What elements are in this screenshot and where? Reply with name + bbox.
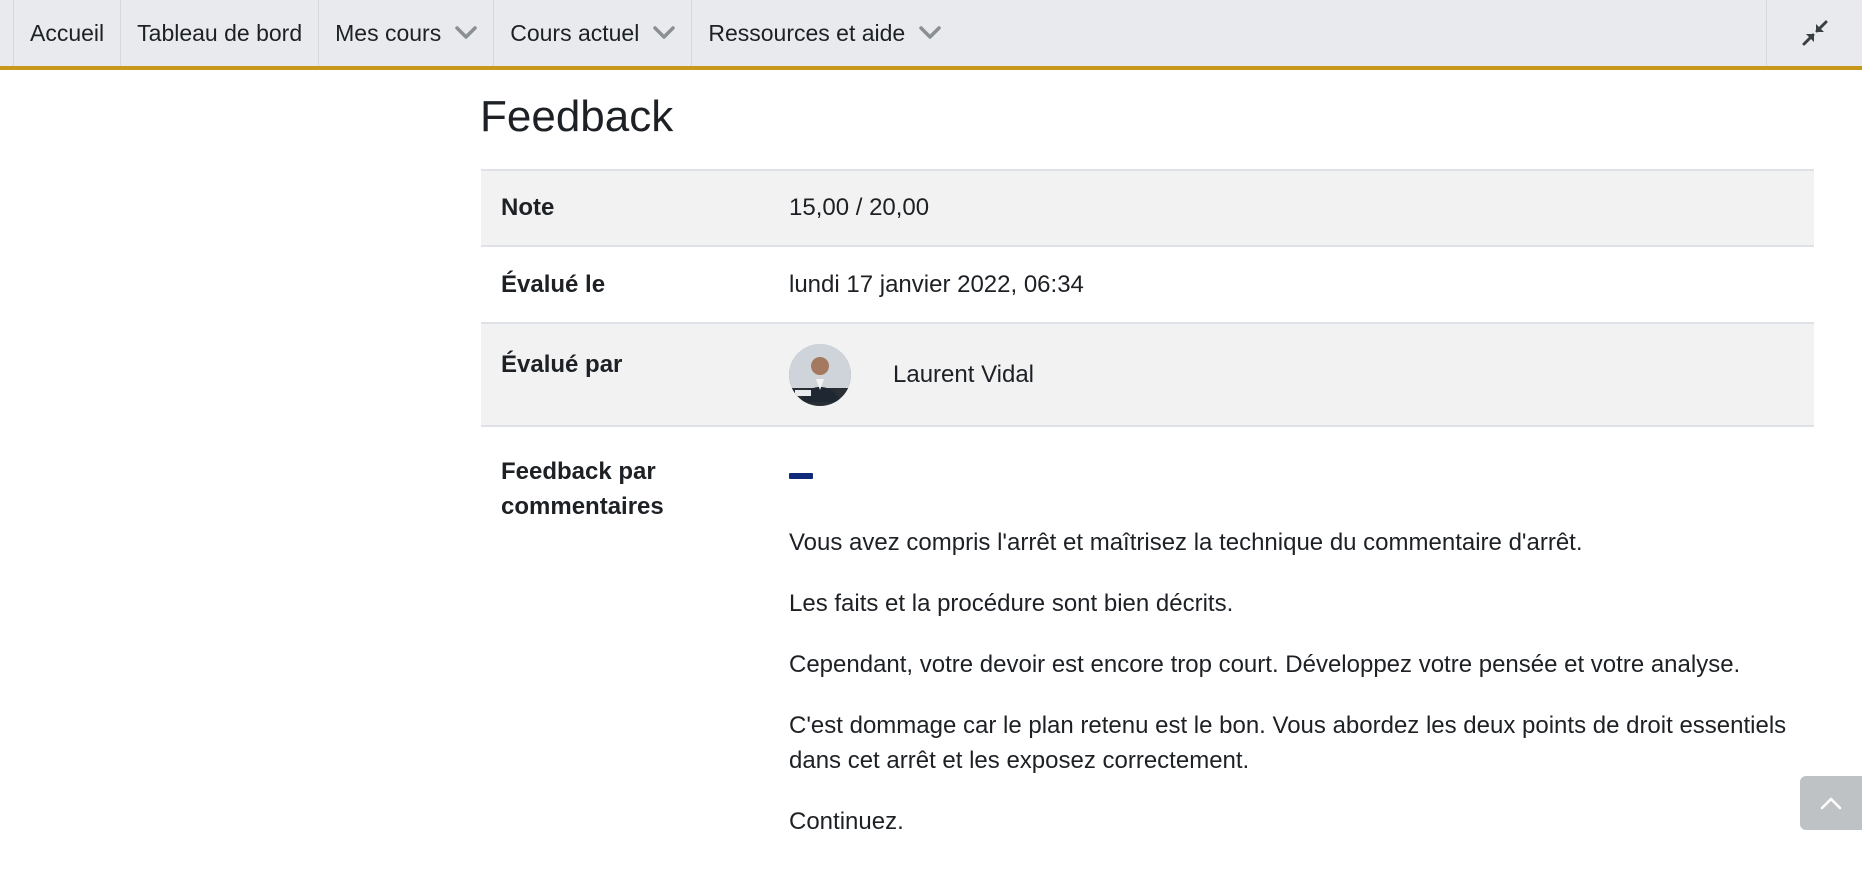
nav-item-label: Ressources et aide [708,19,906,46]
collapse-arrows-icon [1802,20,1827,46]
graded-by-row: Évalué par Laurent Vidal [481,322,1814,425]
chevron-down-icon [455,26,477,39]
graded-by-value: Laurent Vidal [789,324,1814,425]
comments-body: Vous avez compris l'arrêt et maîtrisez l… [789,427,1814,865]
comment-paragraph: Les faits et la procédure sont bien décr… [789,590,1234,617]
nav-item-accueil[interactable]: Accueil [13,0,120,66]
chevron-down-icon [653,26,676,39]
comment-paragraph: Cependant, votre devoir est encore trop … [789,651,1741,678]
nav-item-tableau-de-bord[interactable]: Tableau de bord [120,0,318,66]
graded-on-value: lundi 17 janvier 2022, 06:34 [789,270,1084,298]
comment-paragraph: Vous avez compris l'arrêt et maîtrisez l… [789,529,1583,556]
comment-paragraph: C'est dommage car le plan retenu est le … [789,712,1787,774]
nav-item-label: Cours actuel [510,19,640,46]
nav-item-cours-actuel[interactable]: Cours actuel [493,0,691,66]
graded-on-label: Évalué le [501,270,606,298]
back-to-top-button[interactable] [1800,776,1862,830]
collapse-comments-icon[interactable] [789,473,813,479]
nav-item-label: Accueil [30,19,105,46]
comments-label: Feedback par commentaires [501,458,664,520]
avatar[interactable] [789,343,851,406]
grade-value: 15,00 / 20,00 [789,194,930,221]
feedback-table: Note 15,00 / 20,00 Évalué le lundi 17 ja… [481,169,1814,865]
user-photo-icon [789,343,851,406]
nav-item-label: Tableau de bord [137,19,303,46]
graded-by-label: Évalué par [501,351,623,378]
nav-item-mes-cours[interactable]: Mes cours [318,0,493,66]
grader-name: Laurent Vidal [893,360,1034,388]
comments-row: Feedback par commentaires Vous avez comp… [481,425,1814,865]
primary-navigation: Accueil Tableau de bord Mes cours Cours … [0,0,1862,70]
grade-label: Note [501,194,555,221]
grade-row: Note 15,00 / 20,00 [481,169,1814,245]
page-title: Feedback [480,92,674,141]
graded-on-row: Évalué le lundi 17 janvier 2022, 06:34 [481,245,1814,322]
collapse-fullscreen-button[interactable] [1766,0,1862,66]
comment-paragraph: Continuez. [789,808,904,835]
chevron-down-icon [919,26,941,39]
nav-item-ressources-et-aide[interactable]: Ressources et aide [691,0,957,66]
chevron-up-icon [1820,797,1842,810]
nav-item-label: Mes cours [335,19,442,46]
